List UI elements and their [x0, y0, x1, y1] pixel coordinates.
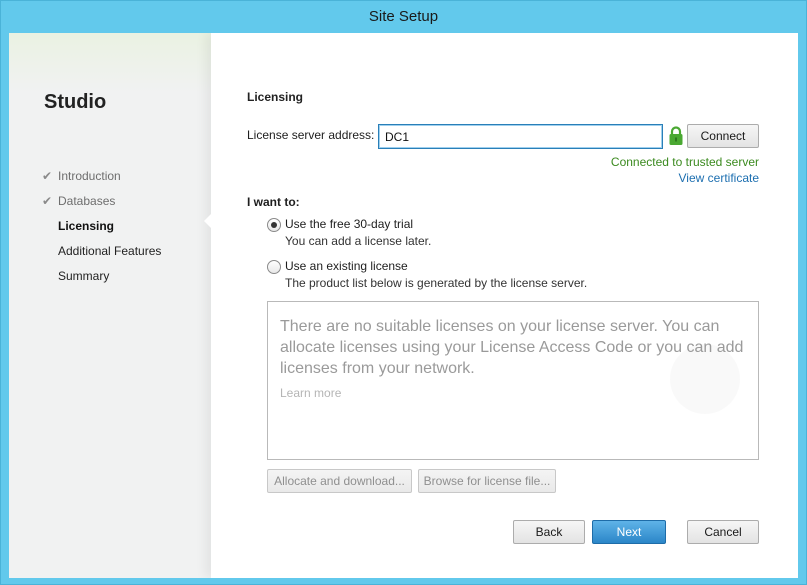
current-step-pointer	[204, 214, 211, 228]
step-label: Databases	[58, 194, 116, 208]
licensing-panel: Licensing License server address: Connec…	[204, 33, 798, 578]
window-title: Site Setup	[368, 8, 439, 25]
checkmark-icon: ✔	[42, 194, 53, 208]
license-server-label: License server address:	[247, 128, 375, 142]
no-licenses-message: There are no suitable licenses on your l…	[280, 318, 744, 377]
back-button[interactable]: Back	[513, 520, 585, 544]
step-label: Licensing	[58, 219, 115, 233]
step-summary: Summary	[42, 267, 161, 292]
site-setup-window: Site Setup Studio ✔ Introduction ✔ Datab…	[0, 0, 807, 585]
step-label: Summary	[58, 269, 110, 283]
license-list-box: There are no suitable licenses on your l…	[267, 301, 759, 460]
existing-license-option-sub: The product list below is generated by t…	[285, 276, 588, 290]
existing-license-option-label[interactable]: Use an existing license	[285, 259, 408, 273]
browse-license-file-button[interactable]: Browse for license file...	[418, 469, 556, 493]
step-label: Introduction	[58, 169, 121, 183]
connect-button[interactable]: Connect	[687, 124, 759, 148]
step-additional-features: Additional Features	[42, 242, 161, 267]
i-want-to-label: I want to:	[247, 195, 300, 209]
app-name: Studio	[44, 91, 107, 113]
step-licensing: Licensing	[42, 217, 161, 242]
step-introduction: ✔ Introduction	[42, 167, 161, 192]
wizard-steps: ✔ Introduction ✔ Databases Licensing Add…	[42, 167, 161, 292]
trial-option-label[interactable]: Use the free 30-day trial	[285, 217, 413, 231]
wizard-sidebar: Studio ✔ Introduction ✔ Databases Licens…	[9, 33, 211, 578]
page-title: Licensing	[247, 90, 304, 104]
existing-license-radio[interactable]	[267, 260, 281, 274]
view-certificate-link[interactable]: View certificate	[679, 171, 759, 185]
connection-status: Connected to trusted server	[610, 155, 759, 169]
checkmark-icon: ✔	[42, 169, 53, 183]
step-label: Additional Features	[58, 244, 162, 258]
wizard-client-area: Studio ✔ Introduction ✔ Databases Licens…	[9, 33, 798, 578]
allocate-and-download-button[interactable]: Allocate and download...	[267, 469, 412, 493]
trial-radio[interactable]	[267, 218, 281, 232]
learn-more-link[interactable]: Learn more	[280, 386, 341, 400]
next-button[interactable]: Next	[592, 520, 666, 544]
license-server-input[interactable]	[378, 124, 663, 149]
cancel-button[interactable]: Cancel	[687, 520, 759, 544]
step-databases: ✔ Databases	[42, 192, 161, 217]
trial-option-sub: You can add a license later.	[285, 234, 432, 248]
lock-icon	[669, 126, 683, 145]
